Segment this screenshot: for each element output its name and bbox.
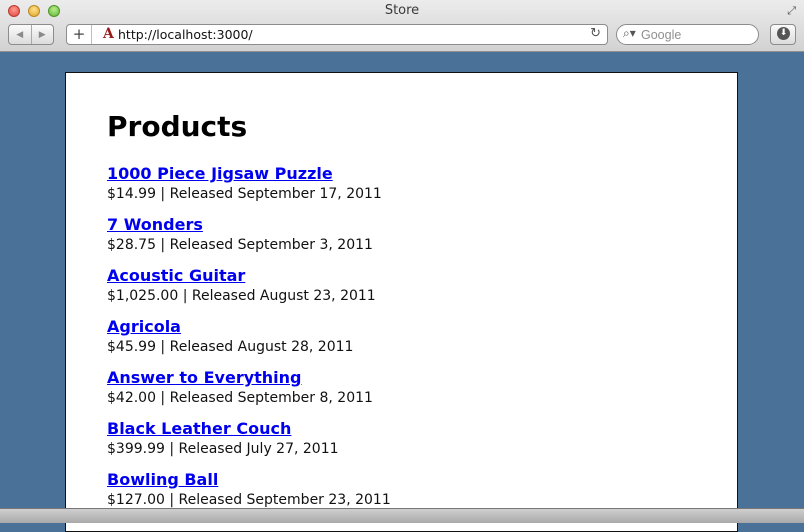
product-details: $45.99 | Released August 28, 2011 [107, 339, 354, 355]
product-link[interactable]: Agricola [107, 317, 391, 337]
search-icon: ⌕▾ [623, 26, 636, 40]
product-item: Agricola $45.99 | Released August 28, 20… [107, 317, 391, 368]
navigation-buttons: ◀ ▶ [8, 24, 54, 45]
product-item: Answer to Everything $42.00 | Released S… [107, 368, 391, 419]
forward-arrow-icon: ▶ [38, 29, 46, 40]
product-link[interactable]: Acoustic Guitar [107, 266, 391, 286]
page-title: Products [107, 110, 248, 143]
product-link[interactable]: Bowling Ball [107, 470, 391, 490]
product-list: 1000 Piece Jigsaw Puzzle $14.99 | Releas… [107, 164, 391, 521]
product-details: $28.75 | Released September 3, 2011 [107, 237, 373, 253]
product-details: $14.99 | Released September 17, 2011 [107, 186, 382, 202]
product-item: Black Leather Couch $399.99 | Released J… [107, 419, 391, 470]
back-arrow-icon: ◀ [16, 29, 24, 40]
product-link[interactable]: 1000 Piece Jigsaw Puzzle [107, 164, 391, 184]
product-link[interactable]: Black Leather Couch [107, 419, 391, 439]
product-details: $399.99 | Released July 27, 2011 [107, 441, 339, 457]
site-favicon-icon: A [103, 26, 114, 42]
fullscreen-icon[interactable]: ⤢ [787, 4, 796, 18]
forward-button[interactable]: ▶ [30, 25, 54, 44]
status-bar [0, 508, 804, 523]
product-link[interactable]: Answer to Everything [107, 368, 391, 388]
back-button[interactable]: ◀ [9, 25, 31, 44]
page-content: Products 1000 Piece Jigsaw Puzzle $14.99… [65, 72, 738, 532]
url-field[interactable]: http://localhost:3000/ [118, 27, 253, 42]
address-bar[interactable]: + A http://localhost:3000/ ↻ [66, 24, 608, 45]
search-bar[interactable]: ⌕▾ [616, 24, 759, 45]
add-bookmark-button[interactable]: + [67, 25, 92, 44]
product-details: $42.00 | Released September 8, 2011 [107, 390, 373, 406]
product-item: 1000 Piece Jigsaw Puzzle $14.99 | Releas… [107, 164, 391, 215]
download-icon: ⬇ [777, 27, 790, 40]
downloads-button[interactable]: ⬇ [770, 24, 796, 45]
product-item: Acoustic Guitar $1,025.00 | Released Aug… [107, 266, 391, 317]
reload-icon[interactable]: ↻ [590, 26, 601, 41]
window-title: Store [384, 3, 420, 18]
search-input[interactable] [641, 26, 751, 43]
product-link[interactable]: 7 Wonders [107, 215, 391, 235]
product-details: $127.00 | Released September 23, 2011 [107, 492, 391, 508]
product-details: $1,025.00 | Released August 23, 2011 [107, 288, 376, 304]
product-item: 7 Wonders $28.75 | Released September 3,… [107, 215, 391, 266]
browser-toolbar: Store ⤢ ◀ ▶ + A http://localhost:3000/ ↻… [0, 0, 804, 52]
